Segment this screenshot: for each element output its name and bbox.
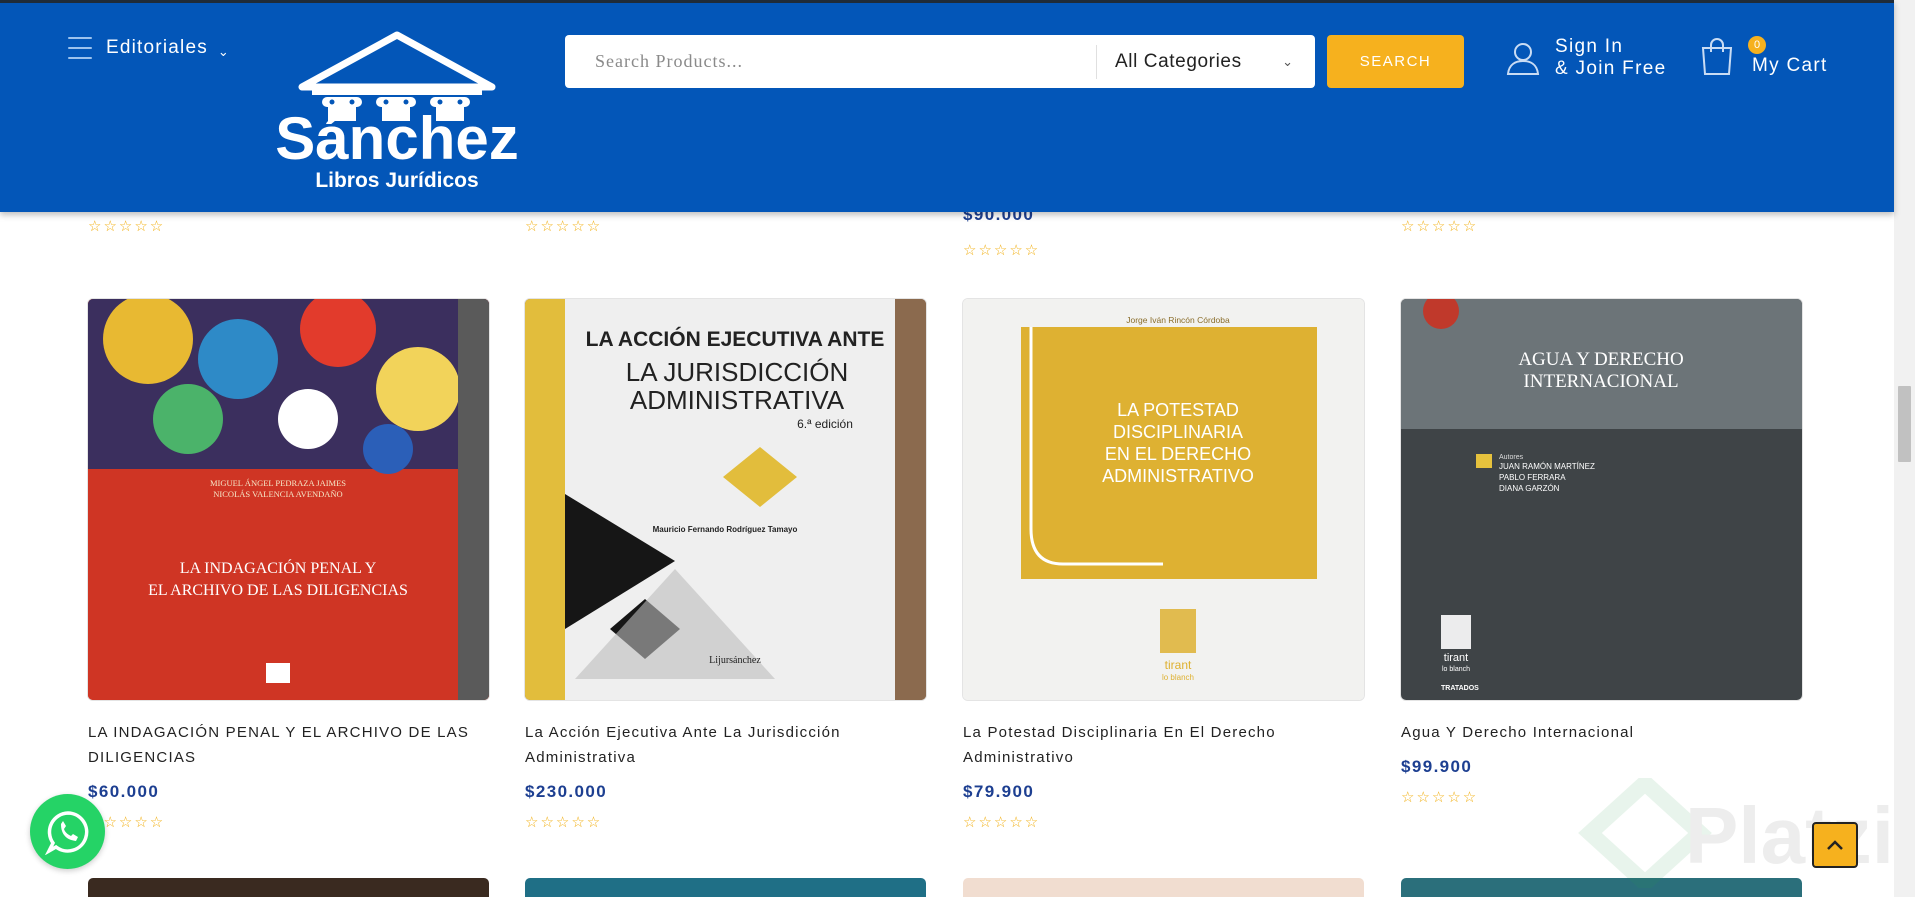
svg-text:LA INDAGACIÓN PENAL Y: LA INDAGACIÓN PENAL Y — [180, 558, 377, 577]
svg-text:Autores: Autores — [1499, 454, 1524, 461]
svg-text:DISCIPLINARIA: DISCIPLINARIA — [1113, 422, 1243, 442]
product-image[interactable] — [963, 878, 1364, 897]
search-bar: All Categories ⌄ — [565, 35, 1315, 88]
svg-text:TRATADOS: TRATADOS — [1441, 685, 1479, 692]
product-card: MIGUEL ÁNGEL PEDRAZA JAIMES NICOLÁS VALE… — [88, 299, 489, 831]
product-title-link[interactable]: La Potestad Disciplinaria En El Derecho … — [963, 720, 1364, 770]
rating-stars: ☆☆☆☆☆ — [88, 814, 166, 831]
book-cover-art: MIGUEL ÁNGEL PEDRAZA JAIMES NICOLÁS VALE… — [88, 299, 489, 700]
whatsapp-chat-button[interactable] — [30, 794, 105, 869]
product-title-link[interactable]: LA INDAGACIÓN PENAL Y EL ARCHIVO DE LAS … — [88, 720, 489, 770]
svg-text:tirant: tirant — [1444, 652, 1468, 664]
product-card: LA ACCIÓN EJECUTIVA ANTE LA JURISDICCIÓN… — [525, 299, 926, 831]
rating-stars: ☆☆☆☆☆ — [963, 242, 1041, 259]
product-card: AGUA Y DERECHO INTERNACIONAL Autores JUA… — [1401, 299, 1802, 806]
svg-text:lo blanch: lo blanch — [1442, 666, 1470, 673]
rating-stars: ☆☆☆☆☆ — [1401, 218, 1479, 235]
whatsapp-icon — [44, 810, 88, 855]
sign-in-label: Sign In — [1555, 36, 1624, 57]
logo-subtitle: Libros Jurídicos — [315, 169, 478, 192]
svg-text:Jorge Iván Rincón Córdoba: Jorge Iván Rincón Córdoba — [1126, 315, 1230, 325]
product-image[interactable]: AGUA Y DERECHO INTERNACIONAL Autores JUA… — [1401, 299, 1802, 700]
product-image[interactable]: Jorge Iván Rincón Córdoba LA POTESTAD DI… — [963, 299, 1364, 700]
rating-stars: ☆☆☆☆☆ — [525, 814, 603, 831]
book-cover-art: LA ACCIÓN EJECUTIVA ANTE LA JURISDICCIÓN… — [525, 299, 926, 700]
search-button[interactable]: SEARCH — [1327, 35, 1464, 88]
svg-text:MIGUEL ÁNGEL PEDRAZA JAIMES: MIGUEL ÁNGEL PEDRAZA JAIMES — [210, 478, 346, 488]
svg-text:LA ACCIÓN EJECUTIVA ANTE: LA ACCIÓN EJECUTIVA ANTE — [586, 327, 885, 351]
product-image[interactable]: LA ACCIÓN EJECUTIVA ANTE LA JURISDICCIÓN… — [525, 299, 926, 700]
user-icon — [1506, 43, 1540, 75]
logo-wordmark: Sánchez — [275, 105, 518, 172]
svg-text:JUAN RAMÓN MARTÍNEZ: JUAN RAMÓN MARTÍNEZ — [1499, 462, 1595, 471]
product-title-link[interactable]: Agua Y Derecho Internacional — [1401, 720, 1802, 745]
product-price: $60.000 — [88, 782, 160, 801]
svg-text:AGUA Y DERECHO: AGUA Y DERECHO — [1518, 349, 1683, 370]
previous-row-remnant: ☆☆☆☆☆ ☆☆☆☆☆ $90.000 ☆☆☆☆☆ ☆☆☆☆☆ — [0, 205, 1894, 265]
search-input[interactable] — [565, 35, 1096, 88]
editoriales-menu-button[interactable]: Editoriales ⌄ — [68, 33, 229, 63]
svg-text:ADMINISTRATIVO: ADMINISTRATIVO — [1102, 466, 1254, 486]
rating-stars: ☆☆☆☆☆ — [963, 814, 1041, 831]
product-image[interactable]: MIGUEL ÁNGEL PEDRAZA JAIMES NICOLÁS VALE… — [88, 299, 489, 700]
site-header: Editoriales ⌄ Sánchez Libros Jurídicos A… — [0, 0, 1894, 212]
chevron-down-icon: ⌄ — [217, 44, 229, 59]
chevron-down-icon: ⌄ — [1282, 53, 1293, 69]
book-cover-art: AGUA Y DERECHO INTERNACIONAL Autores JUA… — [1401, 299, 1802, 700]
product-title-link[interactable]: La Acción Ejecutiva Ante La Jurisdicción… — [525, 720, 926, 770]
cart-label: My Cart — [1752, 54, 1828, 76]
svg-text:PABLO FERRARA: PABLO FERRARA — [1499, 473, 1566, 482]
product-price: $79.900 — [963, 782, 1035, 801]
hamburger-icon — [68, 37, 92, 59]
svg-text:INTERNACIONAL: INTERNACIONAL — [1523, 371, 1678, 392]
svg-text:Mauricio Fernando Rodríguez Ta: Mauricio Fernando Rodríguez Tamayo — [653, 525, 798, 534]
cart-count-badge: 0 — [1748, 36, 1766, 54]
rating-stars: ☆☆☆☆☆ — [88, 218, 166, 235]
category-select[interactable]: All Categories ⌄ — [1097, 35, 1315, 88]
site-logo[interactable]: Sánchez Libros Jurídicos — [272, 31, 522, 193]
shopping-bag-icon — [1701, 38, 1733, 75]
sign-in-link[interactable]: Sign In & Join Free — [1505, 36, 1666, 80]
product-image[interactable] — [88, 878, 489, 897]
book-cover-art: Jorge Iván Rincón Córdoba LA POTESTAD DI… — [963, 299, 1364, 700]
product-image[interactable] — [525, 878, 926, 897]
page-scrollbar[interactable] — [1894, 0, 1915, 897]
product-price: $230.000 — [525, 782, 608, 801]
svg-text:ADMINISTRATIVA: ADMINISTRATIVA — [630, 385, 845, 415]
svg-text:EN EL DERECHO: EN EL DERECHO — [1105, 444, 1251, 464]
svg-text:Lijursánchez: Lijursánchez — [709, 655, 761, 666]
product-card: Jorge Iván Rincón Córdoba LA POTESTAD DI… — [963, 299, 1364, 831]
svg-text:LA JURISDICCIÓN: LA JURISDICCIÓN — [626, 357, 849, 387]
svg-text:EL ARCHIVO DE LAS DILIGENCIAS: EL ARCHIVO DE LAS DILIGENCIAS — [148, 582, 408, 599]
svg-text:6.ª edición: 6.ª edición — [797, 417, 853, 431]
category-select-value: All Categories — [1115, 50, 1242, 72]
svg-text:NICOLÁS VALENCIA AVENDAÑO: NICOLÁS VALENCIA AVENDAÑO — [213, 489, 342, 499]
chevron-up-icon — [1827, 840, 1843, 850]
rating-stars: ☆☆☆☆☆ — [525, 218, 603, 235]
product-price: $99.900 — [1401, 757, 1473, 776]
svg-text:DIANA GARZÓN: DIANA GARZÓN — [1499, 484, 1560, 493]
svg-text:lo blanch: lo blanch — [1162, 673, 1194, 682]
join-free-label: & Join Free — [1555, 58, 1667, 79]
svg-text:tirant: tirant — [1165, 658, 1192, 672]
editoriales-menu-label: Editoriales — [106, 37, 208, 58]
svg-text:LA POTESTAD: LA POTESTAD — [1117, 400, 1239, 420]
cart-link[interactable]: 0 My Cart — [1700, 36, 1828, 81]
platzi-watermark-text: Platzi — [1685, 791, 1894, 880]
scrollbar-thumb[interactable] — [1898, 386, 1911, 462]
scroll-to-top-button[interactable] — [1812, 822, 1858, 868]
